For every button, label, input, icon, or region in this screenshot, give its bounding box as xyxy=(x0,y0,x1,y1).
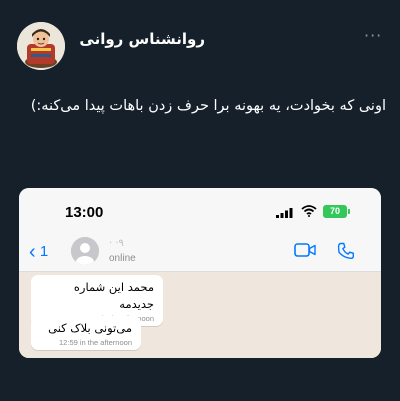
default-avatar-icon xyxy=(71,237,99,265)
signal-icon xyxy=(276,208,293,218)
chat-header: ‹ 1 · ·٩ online xyxy=(19,236,381,272)
wifi-icon xyxy=(301,205,317,217)
message-bubble[interactable]: می‌تونی بلاک کنی 12:59 in the afternoon xyxy=(31,316,141,350)
unread-count: 1 xyxy=(39,243,49,260)
tweet-text: اونی که بخوادت، یه بهونه برا حرف زدن باه… xyxy=(30,98,386,114)
attached-screenshot[interactable]: 13:00 70 ‹ 1 · ·٩ online محمد این شماره … xyxy=(19,188,381,358)
message-text: محمد این شماره جدیدمه xyxy=(73,280,154,311)
author-avatar[interactable] xyxy=(17,22,65,70)
contact-status: online xyxy=(109,253,136,264)
message-timestamp: 12:59 in the afternoon xyxy=(59,338,132,347)
status-bar: 13:00 70 xyxy=(19,188,381,236)
message-text: می‌تونی بلاک کنی xyxy=(48,321,132,335)
back-button[interactable]: ‹ 1 xyxy=(29,242,48,262)
contact-avatar[interactable] xyxy=(71,237,99,265)
battery-indicator: 70 xyxy=(323,205,350,218)
phone-icon[interactable] xyxy=(337,242,355,260)
more-options-icon[interactable]: ··· xyxy=(364,26,382,45)
status-time: 13:00 xyxy=(65,204,104,221)
video-camera-icon[interactable] xyxy=(294,243,316,257)
avatar-illustration xyxy=(17,22,65,70)
author-name[interactable]: روانشناس روانی xyxy=(79,30,205,48)
chevron-left-icon: ‹ xyxy=(29,241,36,263)
contact-name[interactable]: · ·٩ xyxy=(109,238,124,249)
